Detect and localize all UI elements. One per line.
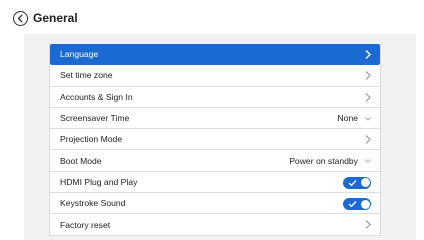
settings-item-time-zone[interactable]: Set time zone xyxy=(50,65,380,87)
settings-item-label: Keystroke Sound xyxy=(60,198,126,209)
settings-list: Language Set time zone Accounts & Sign I… xyxy=(49,44,381,236)
hdmi-plug-and-play-toggle[interactable] xyxy=(343,176,371,189)
settings-item-label: Factory reset xyxy=(60,219,111,230)
keystroke-sound-toggle[interactable] xyxy=(343,198,371,211)
settings-item-projection-mode[interactable]: Projection Mode xyxy=(50,129,380,151)
settings-item-label: Language xyxy=(60,49,99,60)
chevron-right-icon xyxy=(365,50,371,59)
toggle-knob xyxy=(360,178,370,188)
screensaver-time-value: None xyxy=(337,113,358,124)
settings-item-label: HDMI Plug and Play xyxy=(60,176,138,187)
settings-item-factory-reset[interactable]: Factory reset xyxy=(50,214,380,236)
settings-item-hdmi-plug-and-play[interactable]: HDMI Plug and Play xyxy=(50,172,380,194)
settings-item-language[interactable]: Language xyxy=(50,44,380,66)
settings-item-label: Projection Mode xyxy=(60,134,123,145)
settings-item-keystroke-sound[interactable]: Keystroke Sound xyxy=(50,193,380,215)
settings-item-boot-mode[interactable]: Boot Mode Power on standby xyxy=(50,150,380,172)
toggle-knob xyxy=(360,199,370,209)
chevron-right-icon xyxy=(365,220,371,230)
chevron-right-icon xyxy=(365,92,371,102)
settings-item-label: Set time zone xyxy=(60,70,113,81)
settings-item-screensaver-time[interactable]: Screensaver Time None xyxy=(50,108,380,130)
check-icon xyxy=(348,179,357,186)
chevron-right-icon xyxy=(365,135,371,145)
settings-item-accounts[interactable]: Accounts & Sign In xyxy=(50,87,380,108)
settings-item-label: Boot Mode xyxy=(60,155,102,166)
page-title: General xyxy=(33,11,78,25)
settings-item-label: Screensaver Time xyxy=(60,113,130,124)
chevron-down-icon xyxy=(365,159,371,164)
boot-mode-value: Power on standby xyxy=(289,155,358,166)
chevron-down-icon xyxy=(365,117,371,121)
back-arrow-icon xyxy=(17,14,23,23)
check-icon xyxy=(348,201,357,208)
settings-item-label: Accounts & Sign In xyxy=(60,91,133,102)
back-button[interactable] xyxy=(13,11,28,26)
chevron-right-icon xyxy=(365,71,371,81)
